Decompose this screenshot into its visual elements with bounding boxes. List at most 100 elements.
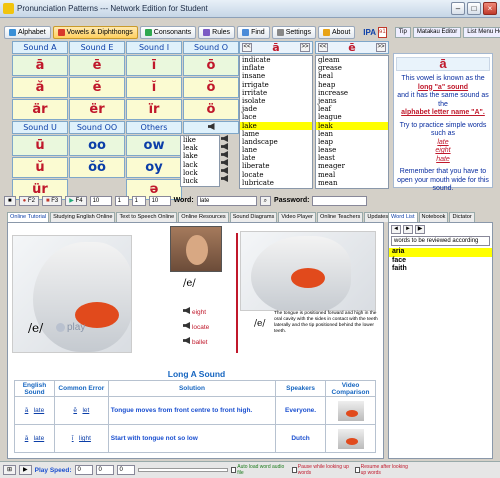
word-list-item[interactable]: locate (240, 171, 312, 179)
next-arrow-button[interactable]: >> (300, 43, 310, 52)
speaker-icon[interactable] (221, 135, 228, 142)
header-others[interactable]: Others (126, 121, 182, 134)
prev-arrow-button[interactable]: << (318, 43, 328, 52)
word-list-item[interactable]: liberate (240, 162, 312, 170)
vowel-cell[interactable]: ow (126, 135, 182, 156)
word-link[interactable]: late (34, 407, 44, 414)
word-list-item[interactable]: isolate (240, 97, 312, 105)
list-item[interactable]: faith (389, 265, 492, 274)
tab-dictator[interactable]: Dictator (449, 212, 475, 222)
vowel-cell[interactable]: ī (126, 55, 182, 76)
tab-online-resources[interactable]: Online Resources (178, 212, 229, 222)
word-list-item[interactable]: irritate (240, 89, 312, 97)
speaker-icon[interactable] (221, 175, 228, 182)
list-item[interactable]: leak (181, 144, 219, 152)
list-item[interactable]: aria (389, 248, 492, 257)
word-list-item[interactable]: lame (240, 130, 312, 138)
sound-link[interactable]: ā (25, 407, 29, 414)
video-thumbnail[interactable] (325, 396, 376, 425)
speaker-icon[interactable] (221, 151, 228, 158)
consonants-button[interactable]: Consonants (139, 25, 197, 39)
list-item[interactable]: lock (181, 169, 219, 177)
vowel-cell[interactable]: ē (69, 55, 125, 76)
list-item[interactable]: face (389, 257, 492, 266)
word-list-item[interactable]: late (240, 154, 312, 162)
word-search-button[interactable]: ⌕ (259, 195, 272, 206)
example-word[interactable]: hate (396, 156, 490, 165)
f4-button[interactable]: ▶ F4 (65, 195, 87, 206)
speaker-icon[interactable] (221, 159, 228, 166)
status-button[interactable]: ▶ (19, 465, 32, 475)
maximize-button[interactable]: □ (467, 2, 481, 15)
vowel-cell[interactable]: ĕ (69, 77, 125, 98)
word-input[interactable]: late (196, 195, 257, 206)
pause-checkbox[interactable] (291, 467, 297, 473)
zoom-field[interactable]: 1 (114, 195, 129, 206)
word-list-item[interactable]: leap (316, 138, 388, 146)
review-filter-dropdown[interactable]: words to be reviewed according (391, 236, 490, 246)
settings-button[interactable]: Settings (271, 25, 316, 39)
speaker-icon[interactable] (183, 307, 190, 314)
word-list-item[interactable]: lubricate (240, 179, 312, 187)
resume-option[interactable]: Resume after looking up words (354, 464, 415, 476)
find-button[interactable]: Find (237, 25, 270, 39)
word-list-item[interactable]: heal (316, 72, 388, 80)
word-list-item[interactable]: increase (316, 89, 388, 97)
list-item[interactable]: luck (181, 177, 219, 185)
speed-field[interactable]: 0 (74, 465, 93, 475)
auto-load-checkbox[interactable] (230, 467, 237, 473)
header-sound-e[interactable]: Sound E (69, 41, 125, 54)
error-sound-link[interactable]: ĕ (73, 407, 77, 414)
tab-matakau-editor[interactable]: Matakau Editor (412, 26, 462, 38)
error-sound-link[interactable]: ĭ (72, 435, 74, 442)
word-link[interactable]: late (34, 435, 44, 442)
word-list-item[interactable]: inflate (240, 64, 312, 72)
f3-button[interactable]: ■ F3 (41, 195, 63, 206)
similar-words-list[interactable]: like leak lake lack lock luck (180, 135, 220, 187)
vowel-cell[interactable]: ā (12, 55, 68, 76)
vowels-button[interactable]: Vowels & Diphthongs (52, 25, 138, 39)
auto-load-option[interactable]: Auto load word audio file (230, 464, 289, 476)
password-input[interactable] (312, 195, 368, 206)
rules-button[interactable]: Rules (198, 25, 236, 39)
vowel-cell[interactable]: ŭ (12, 157, 68, 178)
tab-list-menu-helper[interactable]: List Menu Helper (463, 26, 500, 38)
speaker-icon[interactable] (221, 167, 228, 174)
resume-checkbox[interactable] (354, 467, 360, 473)
f2-button[interactable]: ● F2 (18, 195, 39, 206)
speaker-icon[interactable] (221, 143, 228, 150)
word-list-item[interactable]: irrigate (240, 81, 312, 89)
close-button[interactable]: × (483, 2, 497, 15)
tab-text-to-speech-online[interactable]: Text to Speech Online (116, 212, 178, 222)
word-list-item[interactable]: league (316, 113, 388, 121)
wordlist1[interactable]: indicate inflate insane irrigate irritate iso… (239, 55, 313, 189)
tab-notebook[interactable]: Notebook (418, 212, 449, 222)
tab-studying-english-online[interactable]: Studying English Online (50, 212, 116, 222)
sound-link[interactable]: ā (25, 435, 29, 442)
header-sound-oo[interactable]: Sound OO (69, 121, 125, 134)
speed-field[interactable]: 0 (116, 465, 135, 475)
tab-tip[interactable]: Tip (394, 26, 411, 38)
word-list-item[interactable]: lake (240, 121, 312, 130)
stop-button[interactable]: ■ (4, 195, 16, 206)
list-item[interactable]: lake (181, 152, 219, 160)
zoom-field[interactable]: 1 (131, 195, 146, 206)
next-arrow-button[interactable]: >> (376, 43, 386, 52)
word-list-item[interactable]: lean (316, 130, 388, 138)
example-word[interactable]: late (396, 139, 490, 148)
ipa-toggle-button[interactable]: ɘ1 (378, 26, 387, 38)
sidebar-button[interactable]: ◄ (391, 225, 401, 234)
list-item[interactable]: like (181, 136, 219, 144)
word-list-item[interactable]: landscape (240, 138, 312, 146)
word-list-item[interactable]: jeans (316, 97, 388, 105)
alphabet-button[interactable]: Alphabet (4, 25, 51, 39)
zoom-field[interactable]: 10 (89, 195, 112, 206)
minimize-button[interactable]: – (451, 2, 465, 15)
word-list-item[interactable]: lease (316, 146, 388, 154)
word-list-item[interactable]: meager (316, 162, 388, 170)
vowel-cell[interactable]: oo (69, 135, 125, 156)
example-word[interactable]: eight (396, 147, 490, 156)
wordlist2[interactable]: gleam grease heal heap increase jeans leaf leag… (315, 55, 389, 189)
tab-sound-diagrams[interactable]: Sound Diagrams (229, 212, 278, 222)
list-item[interactable]: lack (181, 161, 219, 169)
